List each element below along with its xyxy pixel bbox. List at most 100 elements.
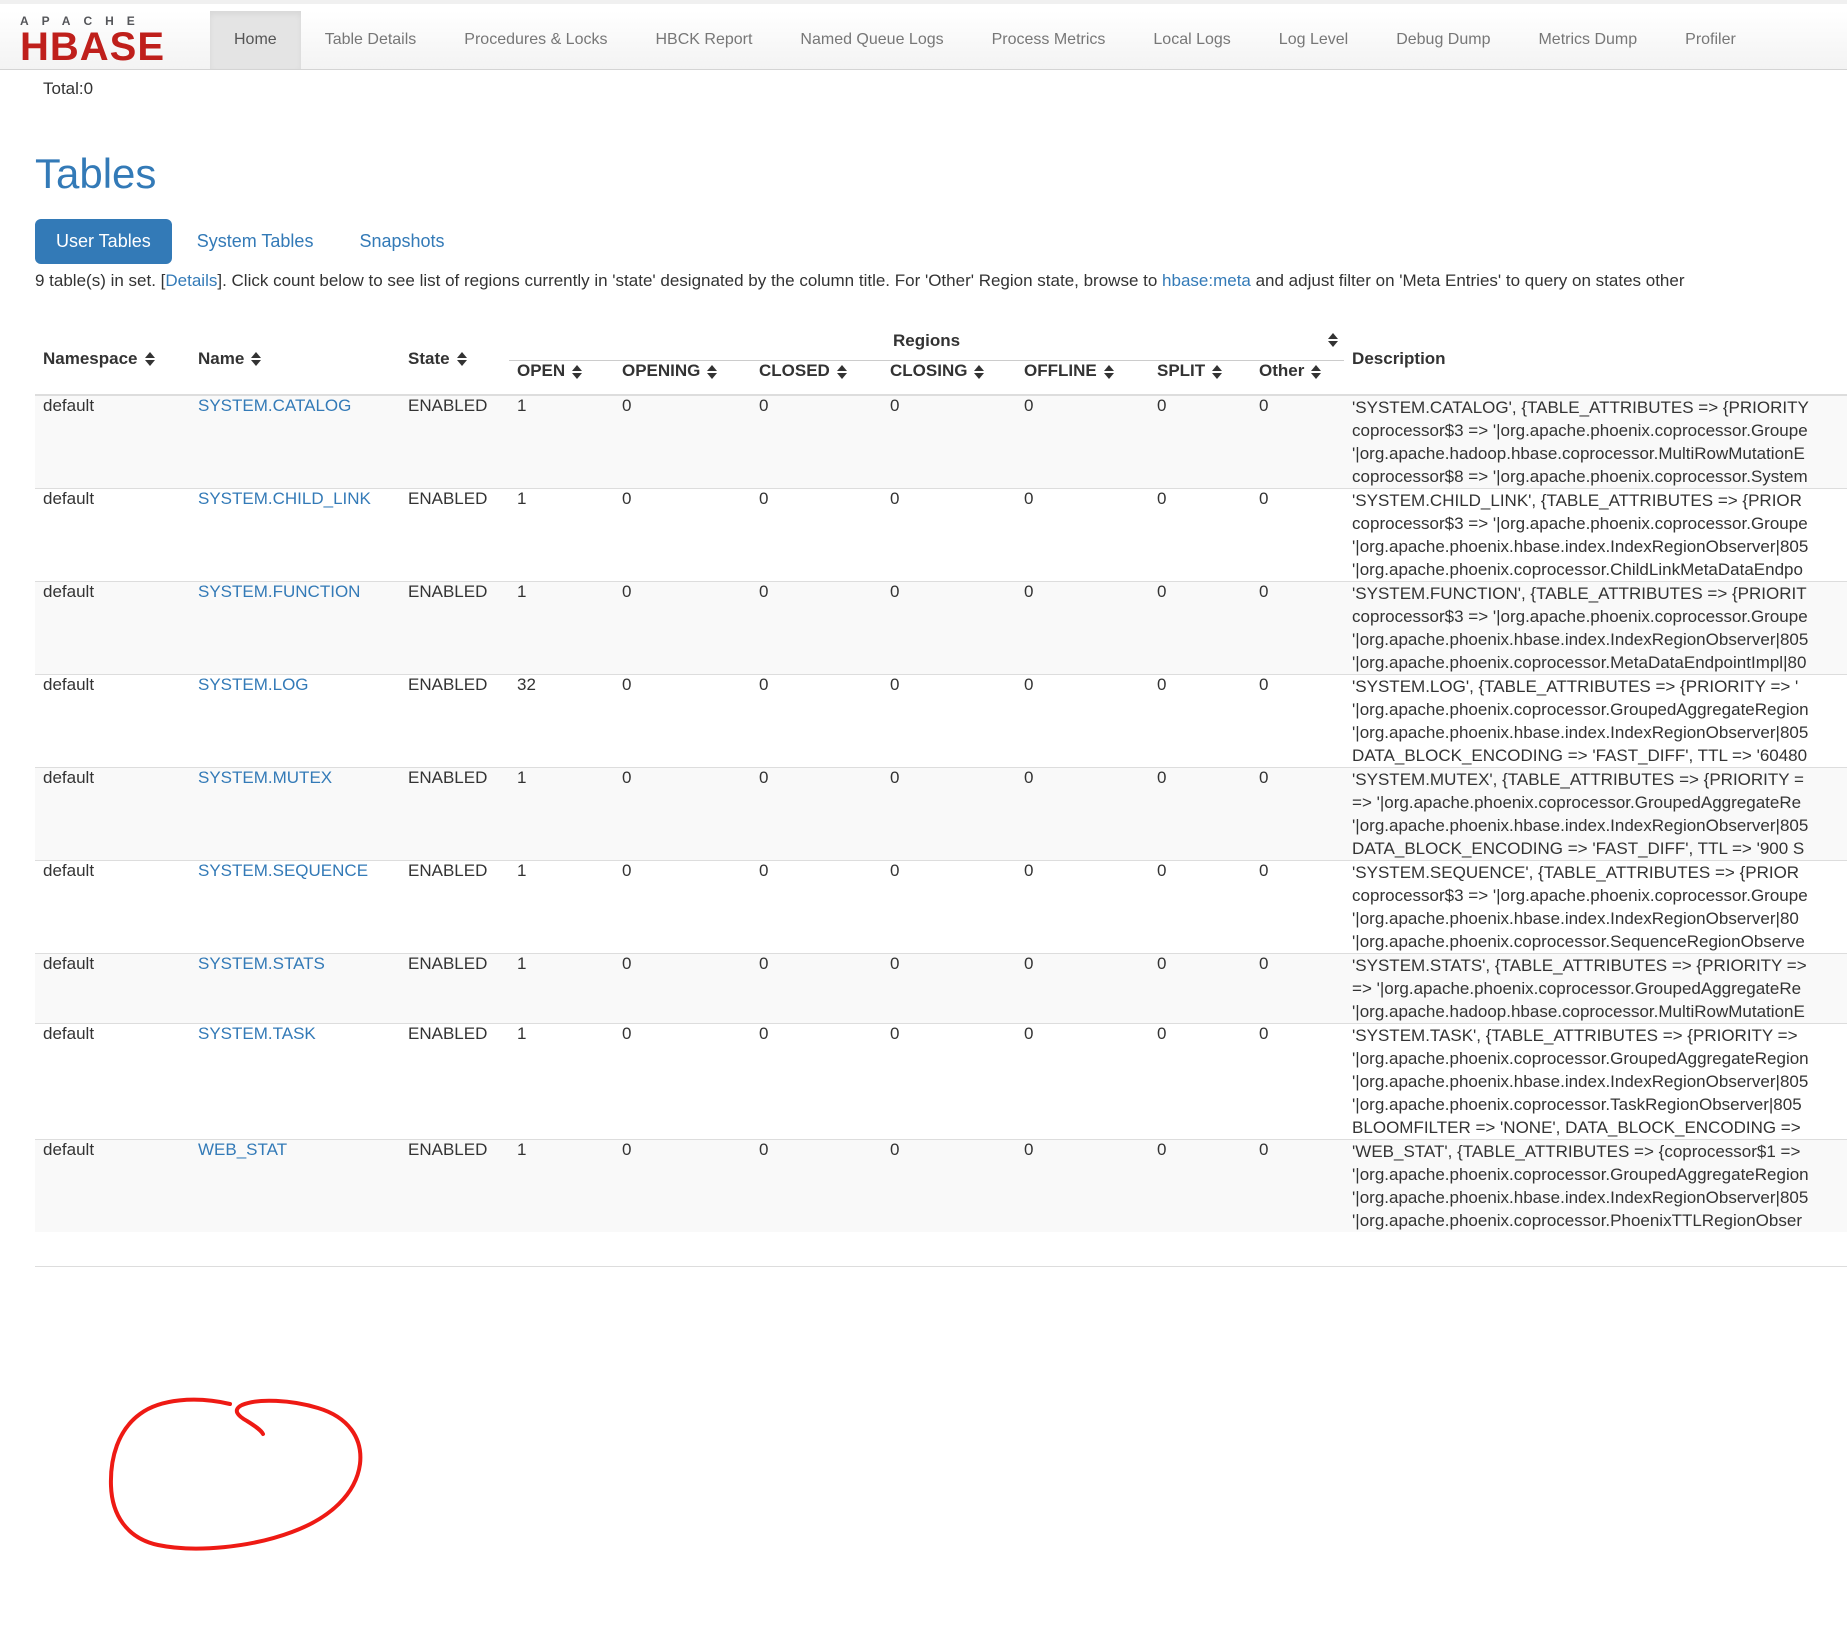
sort-icon[interactable] — [837, 365, 847, 379]
hbase-logo[interactable]: APACHE HBASE — [0, 11, 210, 69]
cell-region-count-other[interactable]: 0 — [1251, 395, 1344, 489]
cell-region-count-other[interactable]: 0 — [1251, 675, 1344, 768]
cell-region-count-split[interactable]: 0 — [1149, 1024, 1251, 1140]
cell-region-count-opening[interactable]: 0 — [614, 1140, 751, 1233]
nav-item-log-level[interactable]: Log Level — [1255, 11, 1372, 69]
nav-item-home[interactable]: Home — [210, 11, 301, 69]
cell-region-count-split[interactable]: 0 — [1149, 861, 1251, 954]
cell-region-count-open[interactable]: 1 — [509, 582, 614, 675]
cell-region-count-split[interactable]: 0 — [1149, 675, 1251, 768]
cell-region-count-closed[interactable]: 0 — [751, 582, 882, 675]
cell-region-count-offline[interactable]: 0 — [1016, 395, 1149, 489]
sort-icon[interactable] — [707, 365, 717, 379]
cell-region-count-opening[interactable]: 0 — [614, 582, 751, 675]
cell-region-count-other[interactable]: 0 — [1251, 1024, 1344, 1140]
tab-user-tables[interactable]: User Tables — [35, 219, 172, 264]
table-name-link[interactable]: SYSTEM.SEQUENCE — [198, 861, 368, 880]
tab-snapshots[interactable]: Snapshots — [338, 219, 465, 264]
cell-region-count-closed[interactable]: 0 — [751, 954, 882, 1024]
cell-region-count-split[interactable]: 0 — [1149, 954, 1251, 1024]
nav-item-procedures-locks[interactable]: Procedures & Locks — [440, 11, 631, 69]
nav-item-table-details[interactable]: Table Details — [301, 11, 441, 69]
cell-region-count-other[interactable]: 0 — [1251, 1140, 1344, 1233]
nav-item-profiler[interactable]: Profiler — [1661, 11, 1760, 69]
cell-region-count-open[interactable]: 1 — [509, 489, 614, 582]
cell-region-count-closed[interactable]: 0 — [751, 1140, 882, 1233]
cell-region-count-other[interactable]: 0 — [1251, 768, 1344, 861]
cell-region-count-other[interactable]: 0 — [1251, 489, 1344, 582]
cell-region-count-open[interactable]: 1 — [509, 1024, 614, 1140]
hbase-meta-link[interactable]: hbase:meta — [1162, 271, 1251, 290]
cell-region-count-closed[interactable]: 0 — [751, 395, 882, 489]
cell-region-count-closed[interactable]: 0 — [751, 861, 882, 954]
cell-region-count-closed[interactable]: 0 — [751, 768, 882, 861]
cell-region-count-closing[interactable]: 0 — [882, 1024, 1016, 1140]
cell-region-count-split[interactable]: 0 — [1149, 395, 1251, 489]
cell-region-count-split[interactable]: 0 — [1149, 582, 1251, 675]
column-header-offline[interactable]: OFFLINE — [1016, 361, 1149, 396]
column-header-name[interactable]: Name — [190, 323, 400, 395]
cell-region-count-opening[interactable]: 0 — [614, 675, 751, 768]
sort-icon[interactable] — [1212, 365, 1222, 379]
cell-region-count-split[interactable]: 0 — [1149, 489, 1251, 582]
cell-region-count-opening[interactable]: 0 — [614, 768, 751, 861]
sort-icon[interactable] — [145, 352, 155, 366]
cell-region-count-other[interactable]: 0 — [1251, 954, 1344, 1024]
cell-region-count-open[interactable]: 1 — [509, 768, 614, 861]
cell-region-count-offline[interactable]: 0 — [1016, 1140, 1149, 1233]
sort-icon[interactable] — [251, 352, 261, 366]
cell-region-count-offline[interactable]: 0 — [1016, 861, 1149, 954]
cell-region-count-open[interactable]: 1 — [509, 954, 614, 1024]
cell-region-count-offline[interactable]: 0 — [1016, 582, 1149, 675]
column-header-open[interactable]: OPEN — [509, 361, 614, 396]
cell-region-count-closing[interactable]: 0 — [882, 1140, 1016, 1233]
nav-item-hbck-report[interactable]: HBCK Report — [631, 11, 776, 69]
cell-region-count-opening[interactable]: 0 — [614, 489, 751, 582]
sort-icon[interactable] — [1104, 365, 1114, 379]
cell-region-count-opening[interactable]: 0 — [614, 954, 751, 1024]
table-name-link[interactable]: SYSTEM.CHILD_LINK — [198, 489, 371, 508]
cell-region-count-closing[interactable]: 0 — [882, 395, 1016, 489]
cell-region-count-closing[interactable]: 0 — [882, 954, 1016, 1024]
column-header-split[interactable]: SPLIT — [1149, 361, 1251, 396]
cell-region-count-other[interactable]: 0 — [1251, 582, 1344, 675]
cell-region-count-closing[interactable]: 0 — [882, 489, 1016, 582]
cell-region-count-closing[interactable]: 0 — [882, 861, 1016, 954]
column-header-namespace[interactable]: Namespace — [35, 323, 190, 395]
cell-region-count-open[interactable]: 32 — [509, 675, 614, 768]
column-group-regions[interactable]: Regions — [509, 323, 1344, 361]
cell-region-count-closing[interactable]: 0 — [882, 582, 1016, 675]
nav-item-local-logs[interactable]: Local Logs — [1129, 11, 1254, 69]
sort-icon[interactable] — [1311, 365, 1321, 379]
nav-item-process-metrics[interactable]: Process Metrics — [968, 11, 1130, 69]
column-header-closing[interactable]: CLOSING — [882, 361, 1016, 396]
cell-region-count-open[interactable]: 1 — [509, 395, 614, 489]
cell-region-count-closed[interactable]: 0 — [751, 675, 882, 768]
column-header-opening[interactable]: OPENING — [614, 361, 751, 396]
cell-region-count-opening[interactable]: 0 — [614, 1024, 751, 1140]
column-header-other[interactable]: Other — [1251, 361, 1344, 396]
table-name-link[interactable]: SYSTEM.TASK — [198, 1024, 316, 1043]
sort-icon[interactable] — [974, 365, 984, 379]
cell-region-count-opening[interactable]: 0 — [614, 861, 751, 954]
cell-region-count-offline[interactable]: 0 — [1016, 954, 1149, 1024]
table-name-link[interactable]: SYSTEM.STATS — [198, 954, 325, 973]
table-name-link[interactable]: WEB_STAT — [198, 1140, 287, 1159]
cell-region-count-offline[interactable]: 0 — [1016, 1024, 1149, 1140]
table-name-link[interactable]: SYSTEM.LOG — [198, 675, 309, 694]
cell-region-count-split[interactable]: 0 — [1149, 1140, 1251, 1233]
cell-region-count-offline[interactable]: 0 — [1016, 768, 1149, 861]
tab-system-tables[interactable]: System Tables — [176, 219, 335, 264]
cell-region-count-open[interactable]: 1 — [509, 1140, 614, 1233]
cell-region-count-closing[interactable]: 0 — [882, 768, 1016, 861]
table-name-link[interactable]: SYSTEM.CATALOG — [198, 396, 351, 415]
cell-region-count-opening[interactable]: 0 — [614, 395, 751, 489]
cell-region-count-offline[interactable]: 0 — [1016, 489, 1149, 582]
cell-region-count-other[interactable]: 0 — [1251, 861, 1344, 954]
column-header-state[interactable]: State — [400, 323, 509, 395]
sort-icon[interactable] — [1328, 333, 1338, 347]
sort-icon[interactable] — [572, 365, 582, 379]
cell-region-count-closed[interactable]: 0 — [751, 489, 882, 582]
table-name-link[interactable]: SYSTEM.FUNCTION — [198, 582, 360, 601]
nav-item-debug-dump[interactable]: Debug Dump — [1372, 11, 1514, 69]
